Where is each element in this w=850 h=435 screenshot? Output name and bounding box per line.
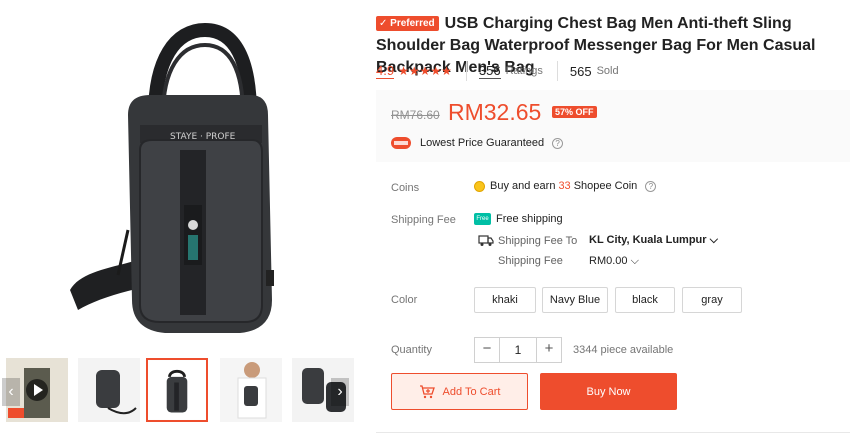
shipping-fee-value: RM0.00: [589, 255, 628, 267]
coins-label: Coins: [391, 182, 420, 194]
guarantee-text: Lowest Price Guaranteed: [420, 137, 545, 149]
free-shipping-text: Free shipping: [496, 213, 563, 225]
ratings-count[interactable]: 356: [478, 63, 501, 79]
thumbnail-image[interactable]: [78, 358, 140, 422]
shipping-location: KL City, Kuala Lumpur: [589, 234, 707, 246]
thumbnail-image-active[interactable]: [146, 358, 208, 422]
coins-info: Buy and earn 33 Shopee Coin ?: [474, 180, 657, 192]
main-product-image[interactable]: STAYE · PROFE: [0, 0, 350, 350]
coins-text-after: Shopee Coin: [573, 180, 638, 192]
add-to-cart-button[interactable]: Add To Cart: [391, 373, 528, 410]
shipping-fee-dropdown[interactable]: RM0.00 ⌵: [589, 255, 639, 268]
price-section: RM76.60 RM32.65 57% OFF Lowest Price Gua…: [376, 90, 850, 162]
price-guarantee: Lowest Price Guaranteed ?: [390, 135, 564, 151]
quantity-label: Quantity: [391, 344, 432, 356]
bag-illustration: STAYE · PROFE: [70, 22, 274, 333]
shipping-to-label: Shipping Fee To: [498, 234, 578, 247]
rating-value[interactable]: 4.9: [376, 63, 395, 79]
stock-available: 3344 piece available: [573, 344, 674, 356]
buy-now-button[interactable]: Buy Now: [540, 373, 677, 410]
help-icon[interactable]: ?: [645, 180, 657, 192]
quantity-input[interactable]: 1: [499, 338, 537, 362]
thumbnail-strip: ‹ ›: [0, 358, 355, 426]
color-label: Color: [391, 294, 418, 306]
coin-icon: [474, 180, 485, 192]
discount-badge: 57% OFF: [552, 106, 597, 118]
shipping-label: Shipping Fee: [391, 214, 456, 226]
preferred-badge-label: Preferred: [390, 18, 435, 29]
section-divider: [376, 432, 850, 433]
quantity-increase-button[interactable]: +: [537, 338, 561, 362]
truck-icon: [478, 235, 494, 246]
guarantee-badge-icon: [391, 137, 411, 149]
ratings-label: Ratings: [505, 65, 543, 77]
color-option-navy-blue[interactable]: Navy Blue: [542, 287, 608, 313]
chevron-down-icon: ⌵: [630, 255, 639, 267]
free-shipping-row: Free Free shipping: [474, 213, 563, 225]
divider: [465, 61, 467, 81]
cart-icon: [419, 384, 435, 398]
current-price: RM32.65: [448, 99, 542, 125]
color-option-black[interactable]: black: [615, 287, 675, 313]
quantity-stepper: − 1 +: [474, 337, 562, 363]
help-icon[interactable]: ?: [552, 137, 564, 149]
shipping-fee-label: Shipping Fee: [498, 255, 563, 267]
product-stats: 4.9 ★★★★★ 356 Ratings 565 Sold: [376, 61, 633, 81]
preferred-badge: ✓ Preferred: [376, 16, 439, 31]
product-details: ✓ Preferred USB Charging Chest Bag Men An…: [376, 0, 850, 435]
rating-stars-icon: ★★★★★: [398, 64, 452, 78]
color-option-gray[interactable]: gray: [682, 287, 742, 313]
gallery-prev-arrow[interactable]: ‹: [2, 378, 20, 406]
chevron-down-icon: ⌵: [709, 234, 718, 246]
add-to-cart-label: Add To Cart: [442, 385, 501, 398]
thumbnail-image[interactable]: [220, 358, 282, 422]
product-gallery: STAYE · PROFE ‹ ›: [0, 0, 355, 435]
divider: [556, 61, 558, 81]
coins-amount: 33: [558, 180, 571, 192]
free-shipping-icon: Free: [474, 213, 491, 225]
sold-label: Sold: [596, 65, 619, 77]
original-price: RM76.60: [391, 108, 440, 122]
gallery-next-arrow[interactable]: ›: [331, 378, 349, 406]
sold-count: 565: [569, 63, 592, 79]
shipping-location-dropdown[interactable]: KL City, Kuala Lumpur ⌵: [589, 234, 718, 247]
color-option-khaki[interactable]: khaki: [474, 287, 536, 313]
shipping-to-row: Shipping Fee To: [478, 234, 577, 247]
coins-text-before: Buy and earn: [490, 180, 556, 192]
quantity-decrease-button[interactable]: −: [475, 338, 499, 362]
